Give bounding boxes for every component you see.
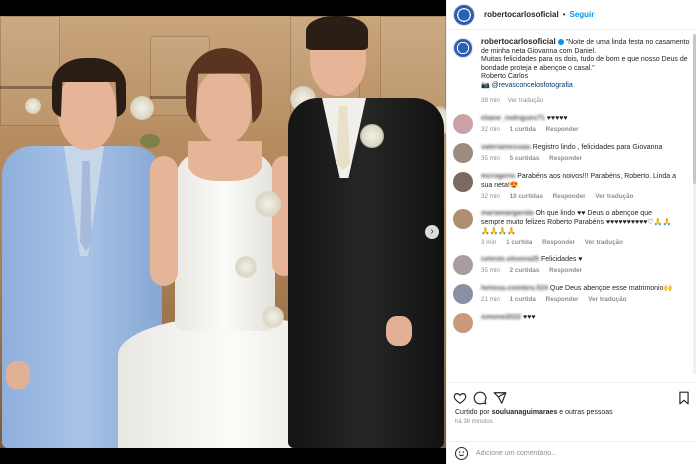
profile-avatar[interactable] [453,3,475,26]
comment-username[interactable]: mcrogerio [481,173,515,180]
post-timestamp: há 38 minutos [455,419,493,425]
comment-username[interactable]: valeriamessias [481,144,531,151]
comment-reply-button[interactable]: Responder [546,296,579,303]
comment-translate-link[interactable]: Ver tradução [588,296,626,303]
comment-text: Que Deus abençoe esse matrimonio🙌 [549,285,673,293]
post-actions: Curtido por souluanaguimaraes e outras p… [447,382,696,464]
comment-likes[interactable]: 1 curtida [506,239,532,246]
flower-decoration [130,96,154,120]
comment-avatar[interactable] [453,255,473,276]
neckline [188,141,262,181]
comment-avatar[interactable] [453,284,473,305]
comment-time: 35 min [481,155,500,163]
comment-reply-button[interactable]: Responder [549,155,582,162]
comment-translate-link[interactable]: Ver tradução [585,239,623,246]
comment-time: 35 min [481,267,500,275]
face [196,70,252,144]
comment-username[interactable]: heloisa.coimbra.524 [481,285,548,292]
photo-credit-link[interactable]: @revasconcelosfotografia [492,82,573,89]
comment-username[interactable]: eliane_rodrigues71 [481,115,545,122]
caption-signature: Roberto Carlos [481,73,529,81]
black-suit [288,98,444,448]
heart-icon[interactable] [453,391,467,405]
liked-by-user[interactable]: souluanaguimaraes [492,409,558,416]
dress-flower [235,256,257,278]
comment-username[interactable]: celeste.oliveira25 [481,256,539,263]
caption-avatar[interactable] [453,38,473,58]
comment-time: 32 min [481,193,500,201]
likes-summary: Curtido por souluanaguimaraes e outras p… [447,405,696,416]
comment-avatar[interactable] [453,114,473,135]
caption-translate-link[interactable]: Ver tradução [508,97,544,104]
comment-likes[interactable]: 5 curtidas [510,155,540,162]
hand [6,361,30,389]
comment-text: ♥♥♥ [523,314,536,322]
comment-reply-button[interactable]: Responder [542,239,575,246]
follow-button[interactable]: Seguir [570,10,595,19]
caption-username[interactable]: robertocarlosoficial [481,37,556,46]
wedding-photo [0,16,446,448]
leaf-decoration [140,134,160,148]
comment-item: mariamargarida Oh que lindo ♥♥ Deus o ab… [447,209,696,246]
verified-badge-icon [557,39,564,46]
comment-avatar[interactable] [453,172,473,193]
comment-item: simone2022 ♥♥♥ [447,313,696,334]
comment-likes[interactable]: 1 curtida [510,296,536,303]
comment-input[interactable] [476,450,676,457]
bookmark-icon[interactable] [677,391,691,405]
post-header: robertocarlosoficial • Seguir [447,0,696,30]
arm [150,156,178,286]
comment-avatar[interactable] [453,313,473,334]
comment-likes[interactable]: 1 curtida [510,126,536,133]
comment-avatar[interactable] [453,143,473,164]
share-icon[interactable] [493,391,507,405]
caption-time: 38 min [481,96,500,104]
comment-reply-button[interactable]: Responder [553,193,586,200]
comment-list: eliane_rodrigues71 ♥♥♥♥♥ 32 min 1 curtid… [447,114,696,334]
comment-item: heloisa.coimbra.524 Que Deus abençoe ess… [447,284,696,305]
face [58,72,116,150]
comment-time: 32 min [481,126,500,134]
post-side-panel: robertocarlosoficial • Seguir robertocar… [446,0,696,464]
comment-text: Registro lindo , felicidades para Giovan… [532,144,663,152]
comment-icon[interactable] [473,391,487,405]
comment-item: mcrogerio Parabéns aos noivos!!! Parabén… [447,172,696,200]
comment-time: 21 min [481,296,500,304]
add-comment-bar [447,441,696,464]
liked-by-suffix[interactable]: e outras pessoas [559,409,612,416]
comment-avatar[interactable] [453,209,473,230]
post-caption: robertocarlosoficial "Noite de uma linda… [447,30,696,105]
comment-item: eliane_rodrigues71 ♥♥♥♥♥ 32 min 1 curtid… [447,114,696,135]
shelf [0,86,60,89]
comment-reply-button[interactable]: Responder [546,126,579,133]
comment-username[interactable]: mariamargarida [481,210,534,217]
comment-text: Felicidades ♥ [540,256,583,264]
comment-likes[interactable]: 2 curtidas [510,267,540,274]
hand [386,316,412,346]
emoji-icon[interactable] [455,447,468,460]
caption-text-2: Muitas felicidades para os dois, tudo de… [481,56,688,72]
comment-time: 3 min [481,239,497,247]
comment-likes[interactable]: 10 curtidas [510,193,543,200]
flower-decoration [25,98,41,114]
carousel-next-button[interactable]: › [425,225,439,239]
comments-feed[interactable]: robertocarlosoficial "Noite de uma linda… [447,30,696,382]
boutonniere [360,124,384,148]
hair [306,16,368,50]
camera-icon: 📷 [481,81,490,89]
comment-text: ♥♥♥♥♥ [546,115,568,123]
dress-flower [255,191,281,217]
comment-reply-button[interactable]: Responder [549,267,582,274]
header-username[interactable]: robertocarlosoficial [484,10,559,19]
post-photo[interactable]: › [0,0,446,464]
separator-dot: • [562,10,566,19]
comment-translate-link[interactable]: Ver tradução [595,193,633,200]
dress-flower [262,306,284,328]
liked-by-prefix: Curtido por [455,409,490,416]
comment-item: celeste.oliveira25 Felicidades ♥ 35 min … [447,255,696,276]
comment-username[interactable]: simone2022 [481,314,521,321]
comment-item: valeriamessias Registro lindo , felicida… [447,143,696,164]
